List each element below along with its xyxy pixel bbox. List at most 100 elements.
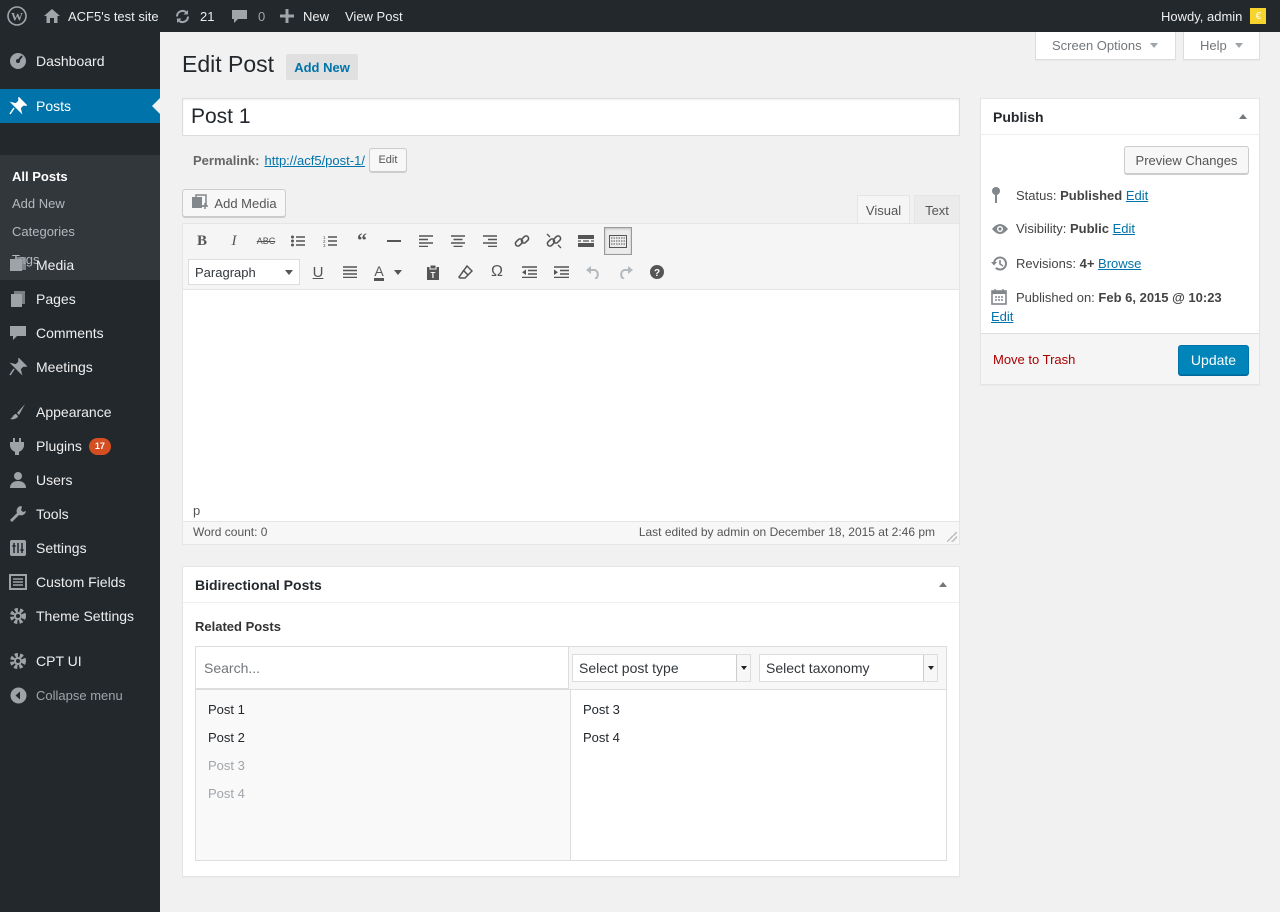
read-more-icon[interactable]	[572, 227, 600, 255]
status-edit-link[interactable]: Edit	[1126, 188, 1148, 203]
strikethrough-icon[interactable]: ABC	[252, 227, 280, 255]
bulleted-list-icon[interactable]	[284, 227, 312, 255]
sidebar-item-custom-fields[interactable]: Custom Fields	[0, 565, 160, 599]
published-on-edit-link[interactable]: Edit	[991, 309, 1013, 324]
align-center-icon[interactable]	[444, 227, 472, 255]
sidebar-item-meetings[interactable]: Meetings	[0, 350, 160, 384]
field-label: Related Posts	[195, 619, 281, 634]
bold-icon[interactable]: B	[188, 227, 216, 255]
sidebar-item-cpt-ui[interactable]: CPT UI	[0, 644, 160, 678]
choice-item-disabled: Post 3	[208, 758, 245, 773]
collapse-toggle-icon[interactable]	[1239, 114, 1247, 119]
permalink-edit-button[interactable]: Edit	[368, 148, 407, 172]
account-menu[interactable]: Howdy, admin €	[1161, 0, 1267, 32]
caret-down-icon	[1234, 43, 1243, 48]
selected-item[interactable]: Post 4	[583, 730, 620, 745]
numbered-list-icon[interactable]: 123	[316, 227, 344, 255]
italic-icon[interactable]: I	[220, 227, 248, 255]
redo-icon[interactable]	[611, 258, 639, 286]
post-title-input[interactable]: Post 1	[182, 98, 960, 136]
permalink-url-link[interactable]: http://acf5/post-1/	[264, 153, 364, 168]
horizontal-rule-icon[interactable]	[380, 227, 408, 255]
status-row: Status: Published Edit	[991, 187, 1148, 203]
sidebar-item-theme-settings[interactable]: Theme Settings	[0, 599, 160, 633]
published-on-row: Published on: Feb 6, 2015 @ 10:23	[991, 289, 1222, 305]
sidebar-item-dashboard[interactable]: Dashboard	[0, 44, 160, 78]
unlink-icon[interactable]	[540, 227, 568, 255]
submenu-all-posts[interactable]: All Posts	[12, 169, 68, 184]
editor-status-path: p	[193, 503, 201, 518]
taxonomy-select[interactable]: Select taxonomy	[759, 654, 938, 682]
editor-content-area[interactable]	[183, 291, 959, 500]
updates-link[interactable]: 21	[174, 0, 214, 32]
sidebar-item-pages[interactable]: Pages	[0, 282, 160, 316]
sidebar-item-plugins[interactable]: Plugins 17	[0, 429, 160, 463]
choice-item[interactable]: Post 2	[208, 730, 245, 745]
add-media-button[interactable]: Add Media	[182, 189, 286, 217]
sidebar-item-users[interactable]: Users	[0, 463, 160, 497]
last-edited-status: Last edited by admin on December 18, 201…	[638, 525, 935, 539]
sidebar-item-media[interactable]: Media	[0, 248, 160, 282]
svg-text:3: 3	[323, 243, 326, 247]
plugins-update-badge: 17	[88, 437, 111, 455]
pin-icon	[991, 187, 1016, 203]
plugin-icon	[0, 429, 36, 463]
add-new-button[interactable]: Add New	[286, 54, 358, 80]
comments-link[interactable]: 0	[231, 0, 265, 32]
new-content-link[interactable]: New	[280, 0, 329, 32]
pushpin-icon	[0, 350, 36, 384]
align-right-icon[interactable]	[476, 227, 504, 255]
help-button[interactable]: Help	[1183, 32, 1260, 60]
screen-options-button[interactable]: Screen Options	[1035, 32, 1176, 60]
format-select[interactable]: Paragraph	[188, 259, 300, 285]
sidebar-item-appearance[interactable]: Appearance	[0, 395, 160, 429]
word-count: Word count: 0	[193, 525, 268, 539]
sidebar-item-posts[interactable]: Posts	[0, 89, 160, 123]
align-left-icon[interactable]	[412, 227, 440, 255]
revisions-row: Revisions: 4+ Browse	[991, 255, 1141, 272]
special-character-icon[interactable]: Ω	[483, 258, 511, 286]
preview-changes-button[interactable]: Preview Changes	[1124, 146, 1249, 174]
clear-formatting-icon[interactable]	[451, 258, 479, 286]
site-name-link[interactable]: ACF5's test site	[44, 0, 159, 32]
metabox-title[interactable]: Publish	[981, 99, 1259, 135]
update-button[interactable]: Update	[1178, 345, 1249, 375]
sidebar-item-tools[interactable]: Tools	[0, 497, 160, 531]
move-to-trash-link[interactable]: Move to Trash	[993, 352, 1075, 367]
metabox-title[interactable]: Bidirectional Posts	[183, 567, 959, 603]
submenu-categories[interactable]: Categories	[12, 224, 75, 239]
revisions-browse-link[interactable]: Browse	[1098, 256, 1141, 271]
tab-visual[interactable]: Visual	[857, 195, 910, 224]
justify-icon[interactable]	[336, 258, 364, 286]
toolbar-toggle-icon[interactable]	[604, 227, 632, 255]
visibility-row: Visibility: Public Edit	[991, 221, 1135, 236]
sidebar-item-settings[interactable]: Settings	[0, 531, 160, 565]
selected-item[interactable]: Post 3	[583, 702, 620, 717]
gear-icon	[0, 644, 36, 678]
search-input[interactable]: Search...	[196, 647, 569, 689]
sidebar-item-comments[interactable]: Comments	[0, 316, 160, 350]
list-icon	[0, 565, 36, 599]
link-icon[interactable]	[508, 227, 536, 255]
dashboard-icon	[0, 44, 36, 78]
paste-text-icon[interactable]: T	[419, 258, 447, 286]
wordpress-logo-icon[interactable]: W	[7, 0, 27, 32]
indent-icon[interactable]	[547, 258, 575, 286]
settings-icon	[0, 531, 36, 565]
help-icon[interactable]: ?	[643, 258, 671, 286]
choice-item[interactable]: Post 1	[208, 702, 245, 717]
plus-icon	[280, 9, 294, 23]
collapse-toggle-icon[interactable]	[939, 582, 947, 587]
tab-text[interactable]: Text	[914, 195, 960, 224]
undo-icon[interactable]	[579, 258, 607, 286]
visibility-edit-link[interactable]: Edit	[1113, 221, 1135, 236]
outdent-icon[interactable]	[515, 258, 543, 286]
submenu-add-new[interactable]: Add New	[12, 196, 65, 211]
resize-handle-icon[interactable]	[947, 532, 957, 542]
text-color-icon[interactable]: A	[368, 258, 408, 286]
collapse-menu-button[interactable]: Collapse menu	[0, 678, 160, 712]
view-post-link[interactable]: View Post	[345, 0, 403, 32]
post-type-select[interactable]: Select post type	[572, 654, 751, 682]
underline-icon[interactable]: U	[304, 258, 332, 286]
blockquote-icon[interactable]: “	[348, 227, 376, 255]
